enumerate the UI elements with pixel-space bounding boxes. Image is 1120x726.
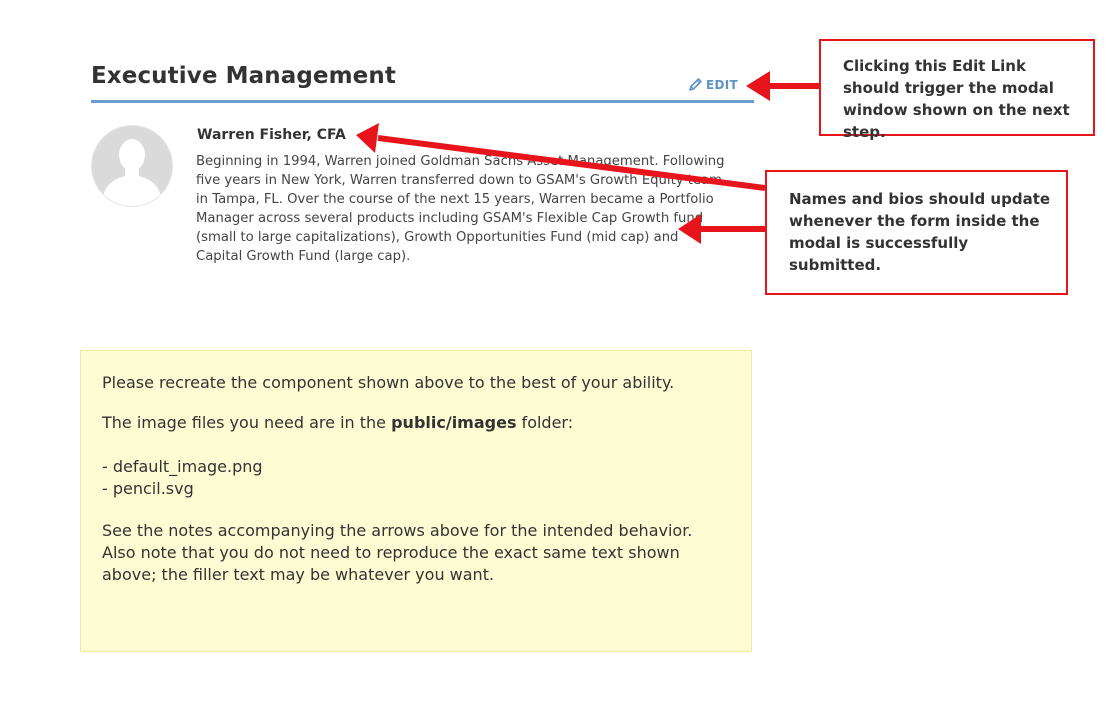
edit-link-callout: Clicking this Edit Link should trigger t…: [819, 39, 1095, 141]
file-list: - default_image.png - pencil.svg: [102, 456, 730, 500]
instructions-notes: See the notes accompanying the arrows ab…: [102, 520, 730, 586]
file-list-item: - default_image.png: [102, 457, 263, 476]
instructions-line-1: See the notes accompanying the arrows ab…: [102, 521, 693, 540]
instructions-line-3: above; the filler text may be whatever y…: [102, 565, 495, 584]
instructions-intro: Please recreate the component shown abov…: [102, 373, 675, 392]
person-bio: Beginning in 1994, Warren joined Goldman…: [196, 154, 725, 264]
person-name: Warren Fisher, CFA: [197, 127, 346, 143]
section-title: Executive Management: [91, 63, 396, 89]
files-folder: public/images: [391, 413, 517, 432]
update-behavior-callout: Names and bios should update whenever th…: [765, 170, 1068, 295]
arrow-to-edit-link: [746, 71, 819, 101]
edit-link[interactable]: EDIT: [687, 76, 738, 93]
instructions-line-2: Also note that you do not need to reprod…: [102, 543, 680, 562]
default-user-icon: [91, 125, 173, 207]
files-prefix: The image files you need are in the: [102, 413, 392, 432]
edit-label: EDIT: [705, 77, 738, 92]
executive-management-section: Executive Management EDIT Warren Fisher,…: [91, 60, 754, 264]
files-suffix: folder:: [516, 413, 574, 432]
pencil-icon: [687, 76, 704, 93]
section-header: Executive Management EDIT: [91, 60, 754, 103]
file-list-item: - pencil.svg: [102, 479, 194, 498]
instructions-files-line: The image files you need are in the publ…: [102, 412, 730, 434]
instructions-panel: Please recreate the component shown abov…: [80, 350, 752, 652]
